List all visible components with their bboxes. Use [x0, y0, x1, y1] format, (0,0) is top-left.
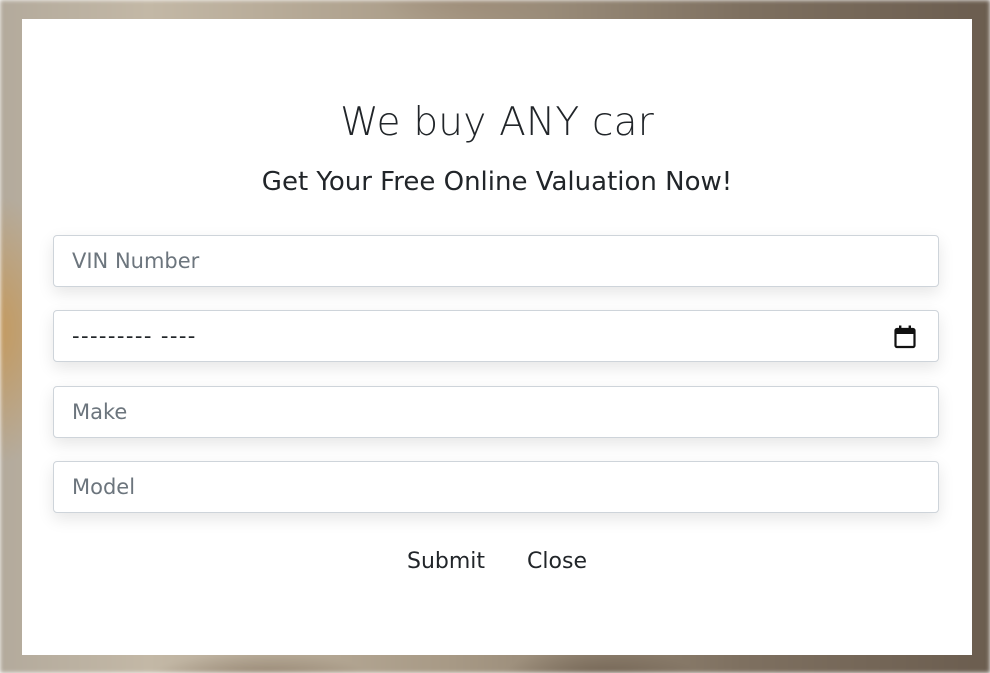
vin-number-field[interactable]: VIN Number	[53, 235, 939, 287]
calendar-icon[interactable]	[894, 325, 916, 349]
submit-button[interactable]: Submit	[407, 549, 485, 574]
modal-subtitle: Get Your Free Online Valuation Now!	[261, 167, 733, 197]
make-field[interactable]: Make	[53, 386, 939, 438]
make-placeholder: Make	[72, 400, 128, 424]
modal-title: We buy ANY car	[340, 100, 654, 145]
modal-actions: Submit Close	[22, 549, 972, 574]
date-field[interactable]: --------- ----	[53, 310, 939, 362]
vin-number-placeholder: VIN Number	[72, 249, 200, 273]
valuation-modal: We buy ANY car Get Your Free Online Valu…	[22, 19, 972, 655]
model-field[interactable]: Model	[53, 461, 939, 513]
model-placeholder: Model	[72, 475, 136, 499]
close-button[interactable]: Close	[527, 549, 587, 574]
date-mask-text: --------- ----	[72, 324, 197, 348]
